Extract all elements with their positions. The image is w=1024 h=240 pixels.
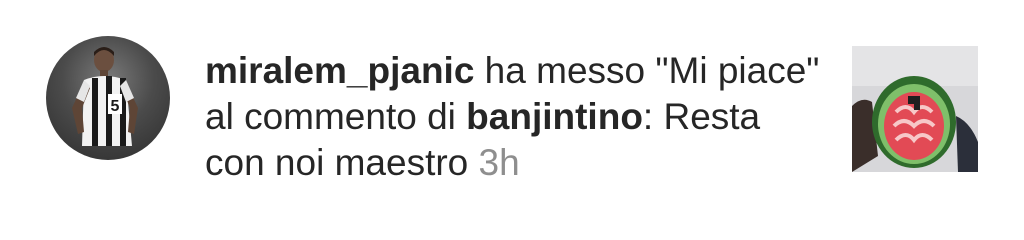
target-username[interactable]: banjintino xyxy=(466,96,643,137)
timestamp: 3h xyxy=(478,142,520,183)
svg-text:5: 5 xyxy=(111,98,120,115)
activity-notification[interactable]: 5 miralem_pjanic ha messo "Mi piace" al … xyxy=(0,0,1024,240)
user-avatar-icon: 5 xyxy=(72,47,138,146)
post-thumbnail-icon xyxy=(852,46,978,172)
separator: : xyxy=(642,96,654,137)
post-thumbnail[interactable] xyxy=(852,46,978,172)
actor-username[interactable]: miralem_pjanic xyxy=(205,50,474,91)
user-avatar[interactable]: 5 xyxy=(46,36,170,160)
notification-text: miralem_pjanic ha messo "Mi piace" al co… xyxy=(205,48,825,186)
